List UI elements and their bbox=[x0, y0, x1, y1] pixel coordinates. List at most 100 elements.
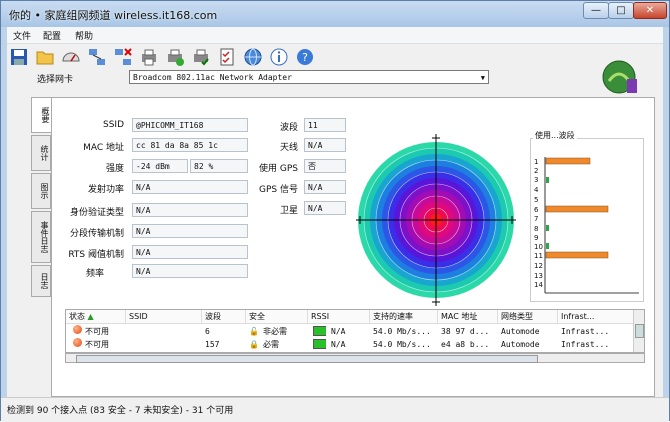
adapter-select[interactable]: Broadcom 802.11ac Network Adapter ▼ bbox=[129, 70, 489, 84]
txpower-value: N/A bbox=[132, 180, 248, 194]
status-text: 检测到 90 个接入点 (83 安全 - 7 未知安全) - 31 个可用 bbox=[7, 406, 234, 416]
column-header-type[interactable]: 网络类型 bbox=[498, 310, 558, 324]
row-status: 不可用 bbox=[85, 327, 109, 336]
ssid-value: @PHICOMM_IT168 bbox=[132, 118, 248, 132]
tab-stats[interactable]: 统计 bbox=[31, 135, 51, 171]
row-type: Automode bbox=[501, 340, 540, 349]
tab-log[interactable]: 日志 bbox=[31, 265, 51, 297]
freq-value: N/A bbox=[132, 264, 248, 278]
row-mac: 38 97 d... bbox=[441, 327, 490, 336]
frag-value: N/A bbox=[132, 224, 248, 238]
minimize-button[interactable]: — bbox=[583, 2, 609, 19]
rssi-bar bbox=[310, 339, 326, 352]
row-infra: Infrast... bbox=[561, 327, 610, 336]
gps-label: GPS 信号 bbox=[259, 185, 298, 195]
gps-value: N/A bbox=[304, 180, 346, 194]
column-header-security[interactable]: 安全 bbox=[246, 310, 308, 324]
app-logo-icon bbox=[602, 60, 637, 94]
title-bar[interactable]: 你的 • 家庭组网频道 wireless.it168.com — □ ✕ bbox=[1, 1, 669, 27]
tab-summary[interactable]: 概要 bbox=[31, 97, 51, 133]
row-rssi: N/A bbox=[331, 327, 346, 336]
network-list: 状态 ▲ SSID 波段 安全 RSSI 支持的速率 MAC 地址 网络类型 I… bbox=[65, 309, 645, 353]
status-bar: 检测到 90 个接入点 (83 安全 - 7 未知安全) - 31 个可用 bbox=[1, 397, 669, 422]
channel-bar-1 bbox=[545, 157, 591, 165]
signal-radar bbox=[356, 134, 516, 306]
txpower-label: 发射功率 bbox=[87, 185, 124, 195]
printer-check-icon[interactable] bbox=[191, 47, 211, 67]
vertical-scrollbar[interactable] bbox=[633, 310, 644, 352]
info-icon[interactable] bbox=[269, 47, 289, 67]
freq-label: 频率 bbox=[85, 269, 104, 279]
antenna-value: N/A bbox=[304, 138, 346, 152]
save-icon[interactable] bbox=[9, 47, 29, 67]
menu-help[interactable]: 帮助 bbox=[75, 29, 93, 42]
usegps-label: 使用 GPS bbox=[259, 164, 298, 174]
ssid-label: SSID bbox=[102, 120, 124, 130]
adapter-value: Broadcom 802.11ac Network Adapter bbox=[133, 73, 292, 82]
column-header-rate[interactable]: 支持的速率 bbox=[370, 310, 438, 324]
auth-label: 身份验证类型 bbox=[69, 208, 124, 218]
menu-file[interactable]: 文件 bbox=[13, 29, 31, 42]
frag-label: 分段传输机制 bbox=[69, 229, 124, 239]
svg-text:?: ? bbox=[302, 51, 308, 64]
antenna-label: 天线 bbox=[279, 143, 298, 153]
column-header-mac[interactable]: MAC 地址 bbox=[438, 310, 498, 324]
column-header-channel[interactable]: 波段 bbox=[202, 310, 246, 324]
menu-config[interactable]: 配置 bbox=[43, 29, 61, 42]
rts-value: N/A bbox=[132, 245, 248, 259]
chevron-down-icon[interactable]: ▼ bbox=[481, 71, 485, 85]
row-mac: e4 a8 b... bbox=[441, 340, 490, 349]
channel-bar-3 bbox=[546, 177, 549, 183]
tab-graph[interactable]: 图示 bbox=[31, 173, 51, 209]
channel-bar-11 bbox=[545, 251, 609, 259]
row-rate: 54.0 Mb/s... bbox=[373, 327, 431, 336]
status-unavailable-icon bbox=[70, 325, 82, 338]
app-window: 你的 • 家庭组网频道 wireless.it168.com — □ ✕ 文件 … bbox=[0, 0, 670, 422]
row-rate: 54.0 Mb/s... bbox=[373, 340, 431, 349]
channel-bar-6 bbox=[545, 205, 609, 213]
strength-dbm: -24 dBm bbox=[132, 159, 188, 173]
row-channel: 6 bbox=[205, 327, 210, 336]
column-header-ssid[interactable]: SSID bbox=[126, 310, 202, 324]
row-type: Automode bbox=[501, 327, 540, 336]
row-channel: 157 bbox=[205, 340, 220, 349]
sort-up-icon[interactable]: ▲ bbox=[88, 312, 94, 321]
row-infra: Infrast... bbox=[561, 340, 610, 349]
rssi-bar bbox=[310, 326, 326, 339]
globe-icon[interactable] bbox=[243, 47, 263, 67]
tab-event-log[interactable]: 事件日志 bbox=[31, 211, 51, 263]
mac-value: cc 81 da 8a 85 1c bbox=[132, 138, 248, 152]
auth-value: N/A bbox=[132, 203, 248, 217]
row-status: 不可用 bbox=[85, 340, 109, 349]
checklist-icon[interactable] bbox=[217, 47, 237, 67]
channel-bar-10 bbox=[546, 243, 549, 249]
maximize-button[interactable]: □ bbox=[608, 2, 634, 19]
lock-open-icon: 🔓 bbox=[249, 327, 259, 336]
printer-add-icon[interactable] bbox=[165, 47, 185, 67]
network-remove-icon[interactable] bbox=[113, 47, 133, 67]
column-header-infra[interactable]: Infrast... bbox=[558, 310, 634, 324]
column-header-status[interactable]: 状态 ▲ bbox=[66, 310, 126, 324]
rts-label: RTS 阈值机制 bbox=[68, 250, 124, 260]
horizontal-scrollbar[interactable] bbox=[65, 353, 645, 363]
window-title: 你的 • 家庭组网频道 wireless.it168.com bbox=[9, 9, 218, 22]
close-button[interactable]: ✕ bbox=[633, 2, 667, 19]
channel-usage-chart: 使用...波段 1 2 3 4 5 6 7 8 9 10 11 12 13 14 bbox=[530, 130, 644, 302]
row-ssid bbox=[126, 325, 202, 338]
column-header-rssi[interactable]: RSSI bbox=[308, 310, 370, 324]
status-unavailable-icon bbox=[70, 338, 82, 351]
lock-icon: 🔒 bbox=[249, 340, 259, 349]
gauge-icon[interactable] bbox=[61, 47, 81, 67]
satellite-value: N/A bbox=[304, 201, 346, 215]
network-icon[interactable] bbox=[87, 47, 107, 67]
folder-icon[interactable] bbox=[35, 47, 55, 67]
menu-bar: 文件 配置 帮助 bbox=[7, 27, 663, 44]
channel-bar-8 bbox=[546, 225, 549, 231]
usegps-value: 否 bbox=[304, 159, 346, 173]
mac-label: MAC 地址 bbox=[83, 143, 124, 153]
printer-icon[interactable] bbox=[139, 47, 159, 67]
help-icon[interactable]: ? bbox=[295, 47, 315, 67]
row-security: 必需 bbox=[263, 340, 279, 349]
side-tabs: 概要 统计 图示 事件日志 日志 bbox=[31, 97, 53, 327]
row-rssi: N/A bbox=[331, 340, 346, 349]
